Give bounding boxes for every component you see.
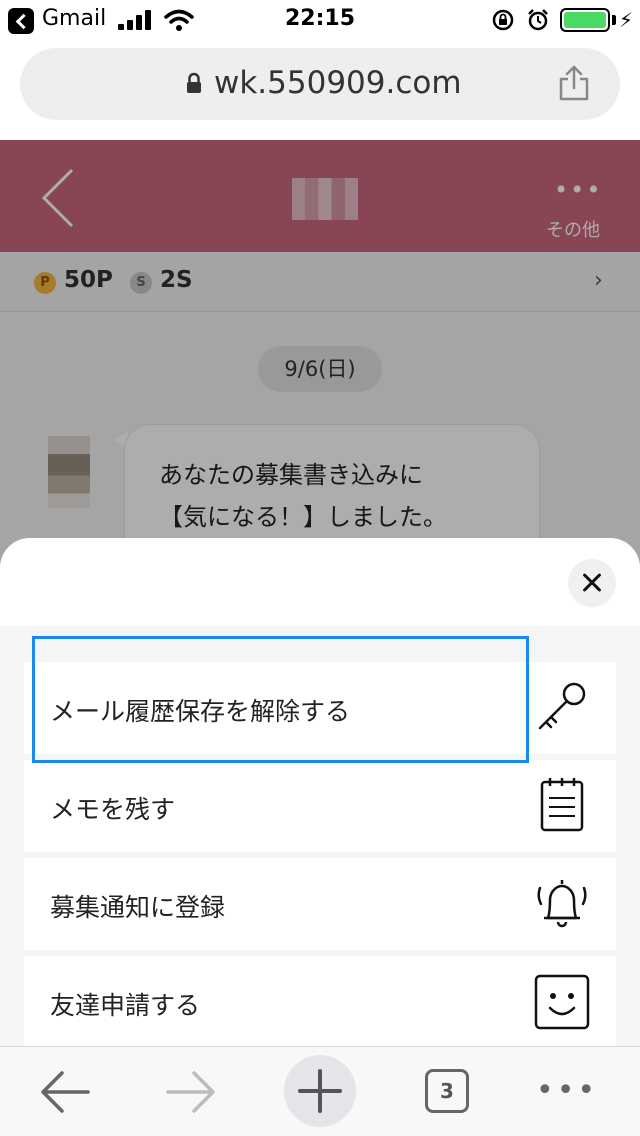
share-icon[interactable] bbox=[557, 64, 591, 102]
new-tab-button[interactable] bbox=[284, 1055, 356, 1127]
forward-arrow-icon[interactable] bbox=[164, 1047, 218, 1136]
bell-icon bbox=[537, 880, 587, 928]
battery-tip bbox=[612, 15, 616, 25]
menu-item-label: 募集通知に登録 bbox=[50, 893, 226, 922]
url-text[interactable]: wk.550909.com bbox=[214, 65, 462, 101]
status-bar: Gmail 22:15 ⚡ bbox=[0, 0, 640, 40]
charging-icon: ⚡ bbox=[619, 8, 634, 32]
action-sheet: メール履歴保存を解除する メモを残す 募集通知に登録 友達申請する bbox=[0, 538, 640, 1046]
menu-item-label: メモを残す bbox=[50, 795, 176, 824]
smiley-icon bbox=[534, 974, 590, 1030]
browser-toolbar: 3 ••• bbox=[0, 1046, 640, 1136]
close-button[interactable] bbox=[568, 559, 616, 607]
sheet-header bbox=[0, 538, 640, 626]
more-icon[interactable]: ••• bbox=[536, 1073, 598, 1108]
plus-icon bbox=[298, 1069, 342, 1113]
alarm-icon bbox=[528, 9, 548, 31]
key-icon bbox=[538, 682, 586, 730]
rotation-lock-icon bbox=[492, 9, 514, 31]
lock-icon bbox=[187, 72, 201, 93]
tabs-icon[interactable]: 3 bbox=[425, 1069, 469, 1113]
focus-highlight bbox=[32, 636, 529, 763]
memo-icon bbox=[540, 778, 584, 832]
battery-icon bbox=[560, 8, 610, 32]
back-arrow-icon[interactable] bbox=[38, 1047, 92, 1136]
menu-item-label: 友達申請する bbox=[50, 991, 201, 1020]
menu-item-leave-memo[interactable]: メモを残す bbox=[24, 760, 616, 852]
menu-item-friend-request[interactable]: 友達申請する bbox=[24, 956, 616, 1046]
address-bar[interactable]: wk.550909.com bbox=[20, 48, 620, 120]
menu-item-recruit-notify[interactable]: 募集通知に登録 bbox=[24, 858, 616, 950]
